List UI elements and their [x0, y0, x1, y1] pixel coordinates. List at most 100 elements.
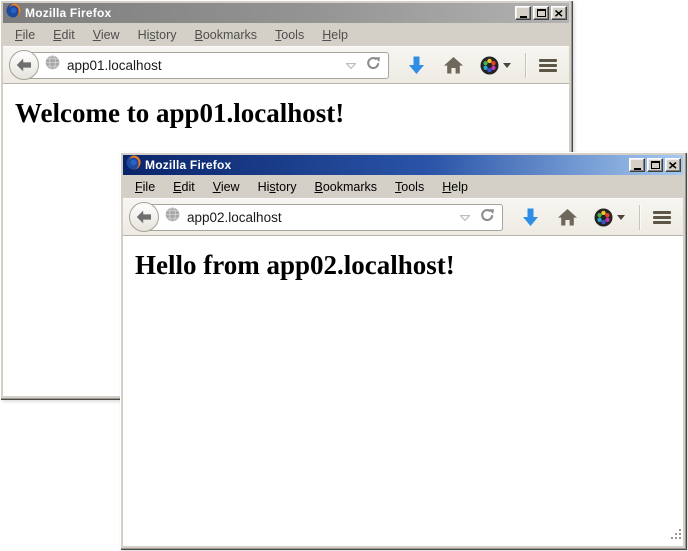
- menu-view[interactable]: View: [84, 25, 129, 45]
- label-part: iew: [101, 28, 120, 42]
- menu-bar-line: [539, 69, 557, 72]
- menubar: File Edit View History Bookmarks Tools H…: [123, 175, 683, 198]
- page-heading: Hello from app02.localhost!: [135, 250, 683, 281]
- label-part: tory: [276, 180, 297, 194]
- app-menu-button[interactable]: [539, 59, 557, 72]
- downloads-button[interactable]: [408, 56, 425, 75]
- menu-help[interactable]: Help: [433, 177, 477, 197]
- label-part: iew: [221, 180, 240, 194]
- color-wheel-extension-button[interactable]: [594, 208, 613, 227]
- menu-file[interactable]: File: [126, 177, 164, 197]
- menu-bar-line: [539, 64, 557, 67]
- label-part: ookmarks: [203, 28, 257, 42]
- label-part: F: [135, 180, 143, 194]
- home-button[interactable]: [444, 57, 463, 74]
- maximize-icon: [651, 161, 660, 169]
- menu-bookmarks[interactable]: Bookmarks: [186, 25, 267, 45]
- resize-grip[interactable]: [670, 527, 682, 545]
- url-bar[interactable]: app02.localhost: [143, 204, 503, 231]
- menu-bar-line: [653, 216, 671, 219]
- label-part: E: [173, 180, 181, 194]
- minimize-button[interactable]: [515, 6, 531, 20]
- window-title: Mozilla Firefox: [25, 6, 515, 20]
- label-part: ools: [401, 180, 424, 194]
- url-value: app01.localhost: [67, 58, 162, 73]
- titlebar[interactable]: Mozilla Firefox: [3, 3, 569, 23]
- close-button[interactable]: [551, 6, 567, 20]
- label-part: Hi: [138, 28, 150, 42]
- window-controls: [629, 158, 681, 172]
- label-part: ile: [23, 28, 36, 42]
- maximize-button[interactable]: [533, 6, 549, 20]
- site-identity-globe-icon[interactable]: [165, 207, 180, 227]
- menu-bar-line: [539, 59, 557, 62]
- label-part: tory: [156, 28, 177, 42]
- label-part: E: [53, 28, 61, 42]
- app-menu-button[interactable]: [653, 211, 671, 224]
- url-value: app02.localhost: [187, 210, 282, 225]
- label-part: Hi: [258, 180, 270, 194]
- toolbar-separator: [525, 53, 526, 78]
- back-button[interactable]: [9, 50, 39, 80]
- label-part: H: [322, 28, 331, 42]
- firefox-icon[interactable]: [6, 3, 21, 23]
- reload-icon[interactable]: [480, 208, 495, 227]
- close-icon: [555, 10, 563, 17]
- menu-file[interactable]: File: [6, 25, 44, 45]
- menu-tools[interactable]: Tools: [266, 25, 313, 45]
- label-part: V: [93, 28, 101, 42]
- menu-bar-line: [653, 221, 671, 224]
- firefox-icon[interactable]: [126, 155, 141, 175]
- label-part: dit: [62, 28, 75, 42]
- minimize-button[interactable]: [629, 158, 645, 172]
- menu-history[interactable]: History: [129, 25, 186, 45]
- history-dropdown-icon[interactable]: [460, 208, 470, 226]
- label-part: H: [442, 180, 451, 194]
- menu-view[interactable]: View: [204, 177, 249, 197]
- label-part: ile: [143, 180, 156, 194]
- titlebar[interactable]: Mozilla Firefox: [123, 155, 683, 175]
- menu-tools[interactable]: Tools: [386, 177, 433, 197]
- minimize-icon: [520, 16, 527, 18]
- back-button[interactable]: [129, 202, 159, 232]
- page-heading: Welcome to app01.localhost!: [15, 98, 569, 129]
- label-part: elp: [451, 180, 468, 194]
- reload-icon[interactable]: [366, 56, 381, 75]
- window-title: Mozilla Firefox: [145, 158, 629, 172]
- window-controls: [515, 6, 567, 20]
- page-content-app02: Hello from app02.localhost!: [123, 236, 683, 546]
- downloads-button[interactable]: [522, 208, 539, 227]
- menu-bookmarks[interactable]: Bookmarks: [306, 177, 387, 197]
- url-bar[interactable]: app01.localhost: [23, 52, 389, 79]
- color-wheel-extension-button[interactable]: [480, 56, 499, 75]
- navigation-toolbar: app01.localhost: [3, 46, 569, 84]
- label-part: elp: [331, 28, 348, 42]
- toolbar-separator: [639, 205, 640, 230]
- menu-bar-line: [653, 211, 671, 214]
- site-identity-globe-icon[interactable]: [45, 55, 60, 75]
- back-arrow-icon: [16, 58, 32, 72]
- menubar: File Edit View History Bookmarks Tools H…: [3, 23, 569, 46]
- firefox-window-app02: Mozilla Firefox File Edit View History B…: [120, 152, 686, 549]
- label-part: ookmarks: [323, 180, 377, 194]
- label-part: V: [213, 180, 221, 194]
- minimize-icon: [634, 168, 641, 170]
- label-part: B: [315, 180, 323, 194]
- menu-history[interactable]: History: [249, 177, 306, 197]
- menu-help[interactable]: Help: [313, 25, 357, 45]
- label-part: B: [195, 28, 203, 42]
- chevron-down-icon[interactable]: [503, 63, 511, 68]
- maximize-icon: [537, 9, 546, 17]
- menu-edit[interactable]: Edit: [164, 177, 204, 197]
- home-button[interactable]: [558, 209, 577, 226]
- close-button[interactable]: [665, 158, 681, 172]
- chevron-down-icon[interactable]: [617, 215, 625, 220]
- label-part: F: [15, 28, 23, 42]
- back-arrow-icon: [136, 210, 152, 224]
- history-dropdown-icon[interactable]: [346, 56, 356, 74]
- menu-edit[interactable]: Edit: [44, 25, 84, 45]
- navigation-toolbar: app02.localhost: [123, 198, 683, 236]
- close-icon: [669, 162, 677, 169]
- maximize-button[interactable]: [647, 158, 663, 172]
- label-part: dit: [182, 180, 195, 194]
